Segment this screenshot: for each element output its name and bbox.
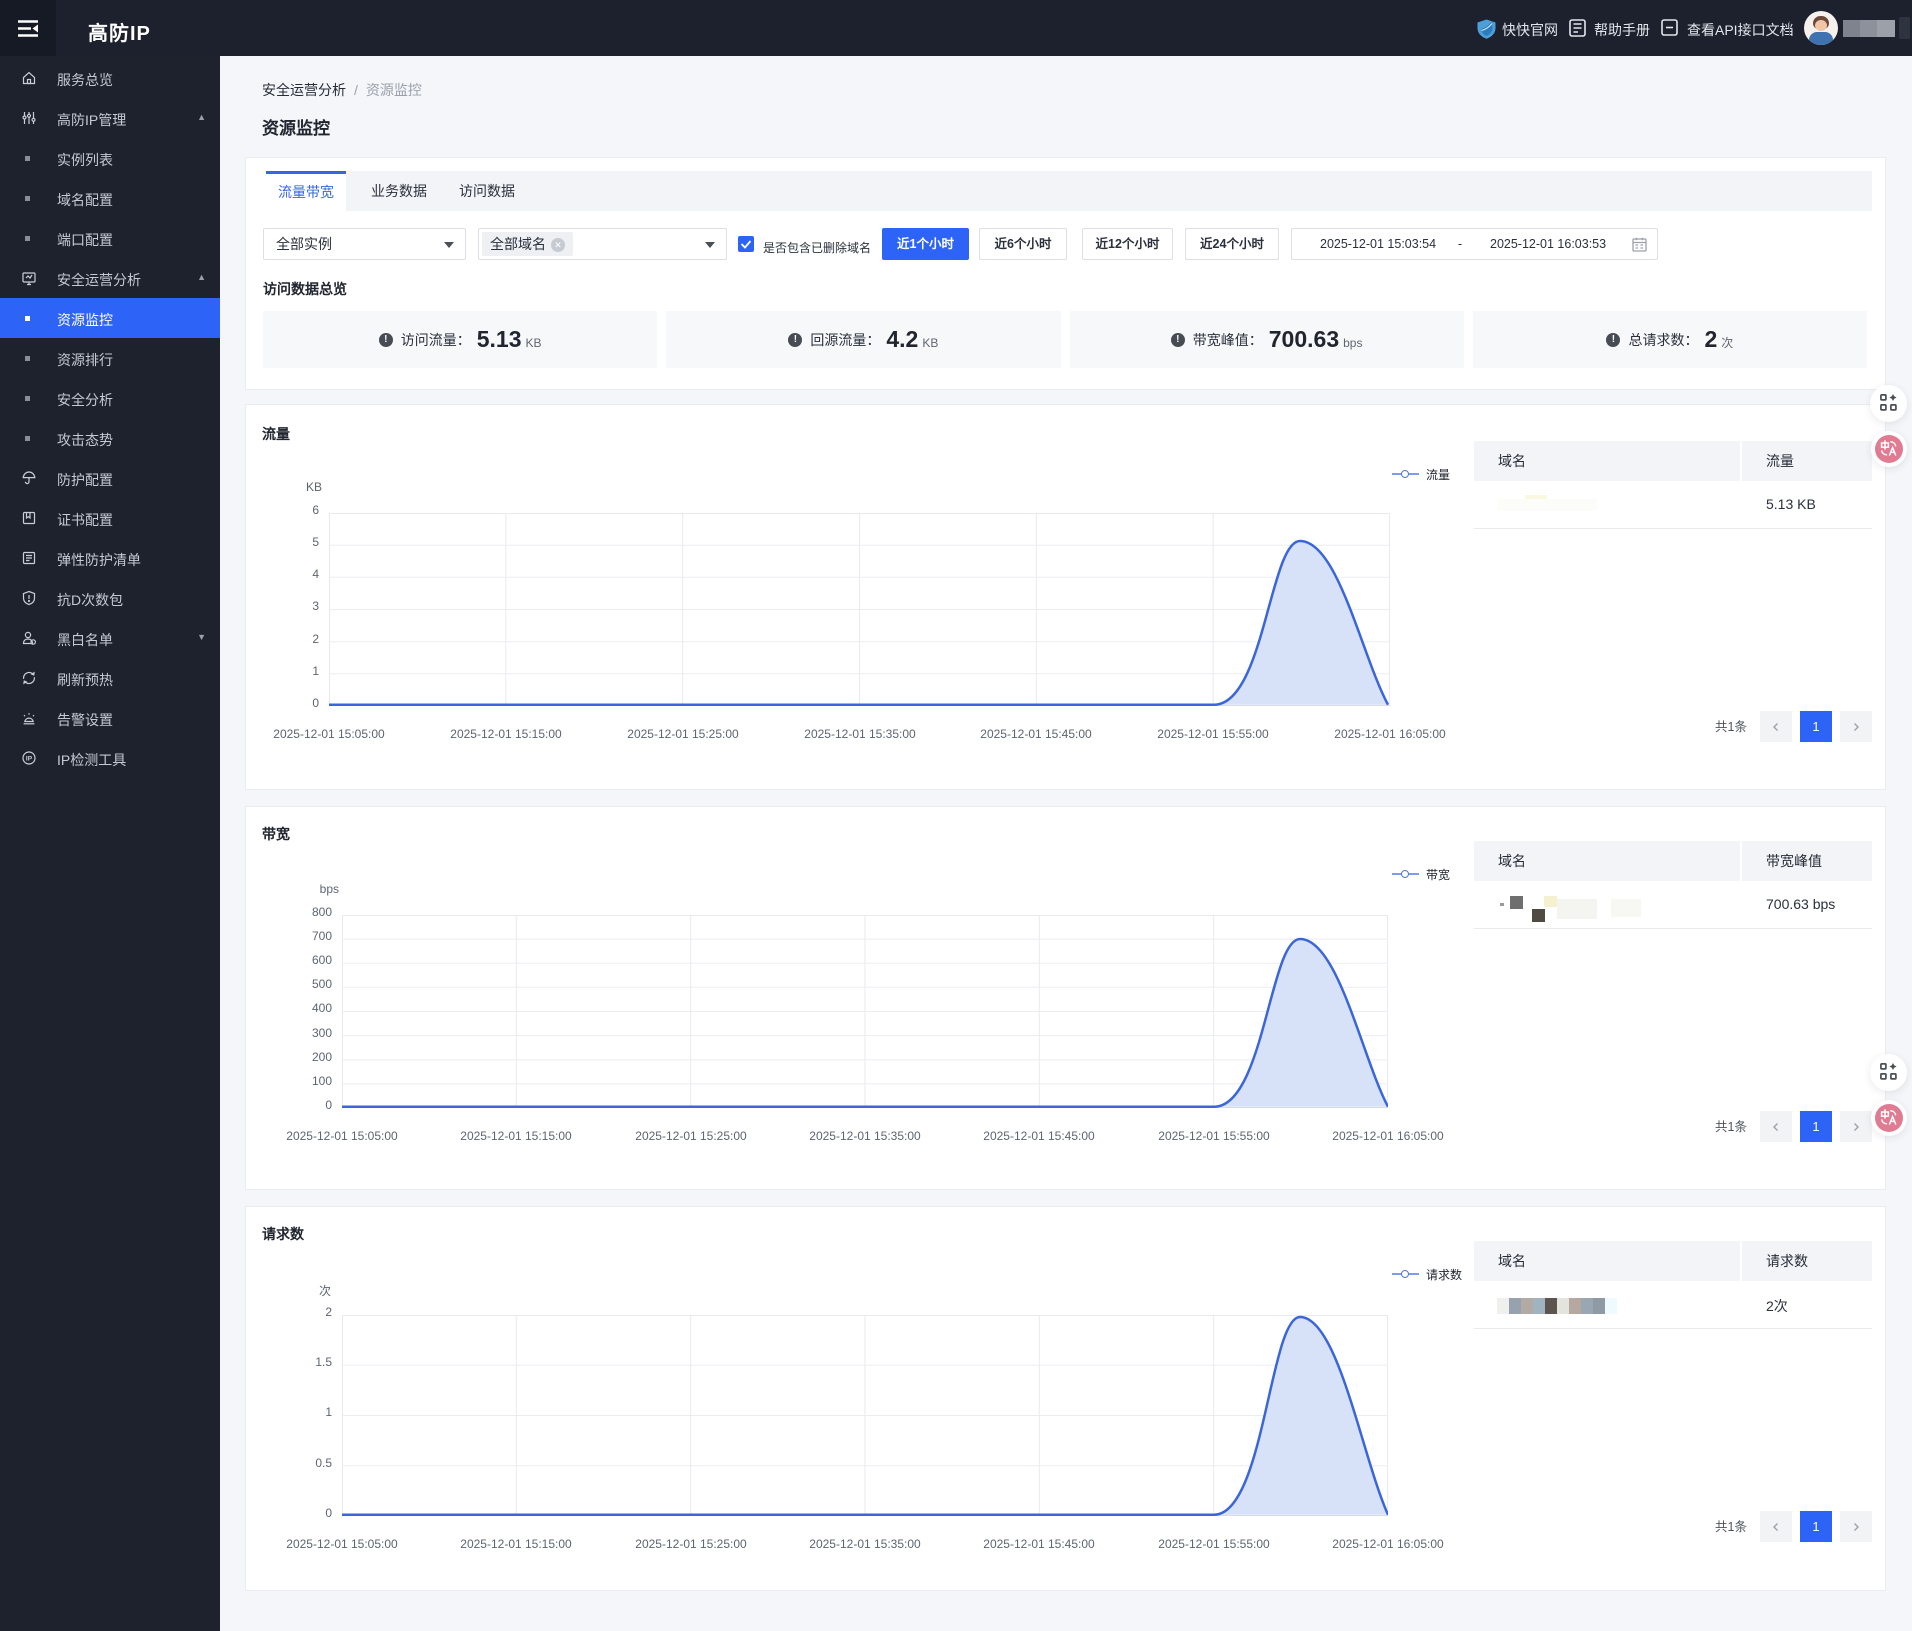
svg-text:IP: IP (26, 756, 33, 763)
